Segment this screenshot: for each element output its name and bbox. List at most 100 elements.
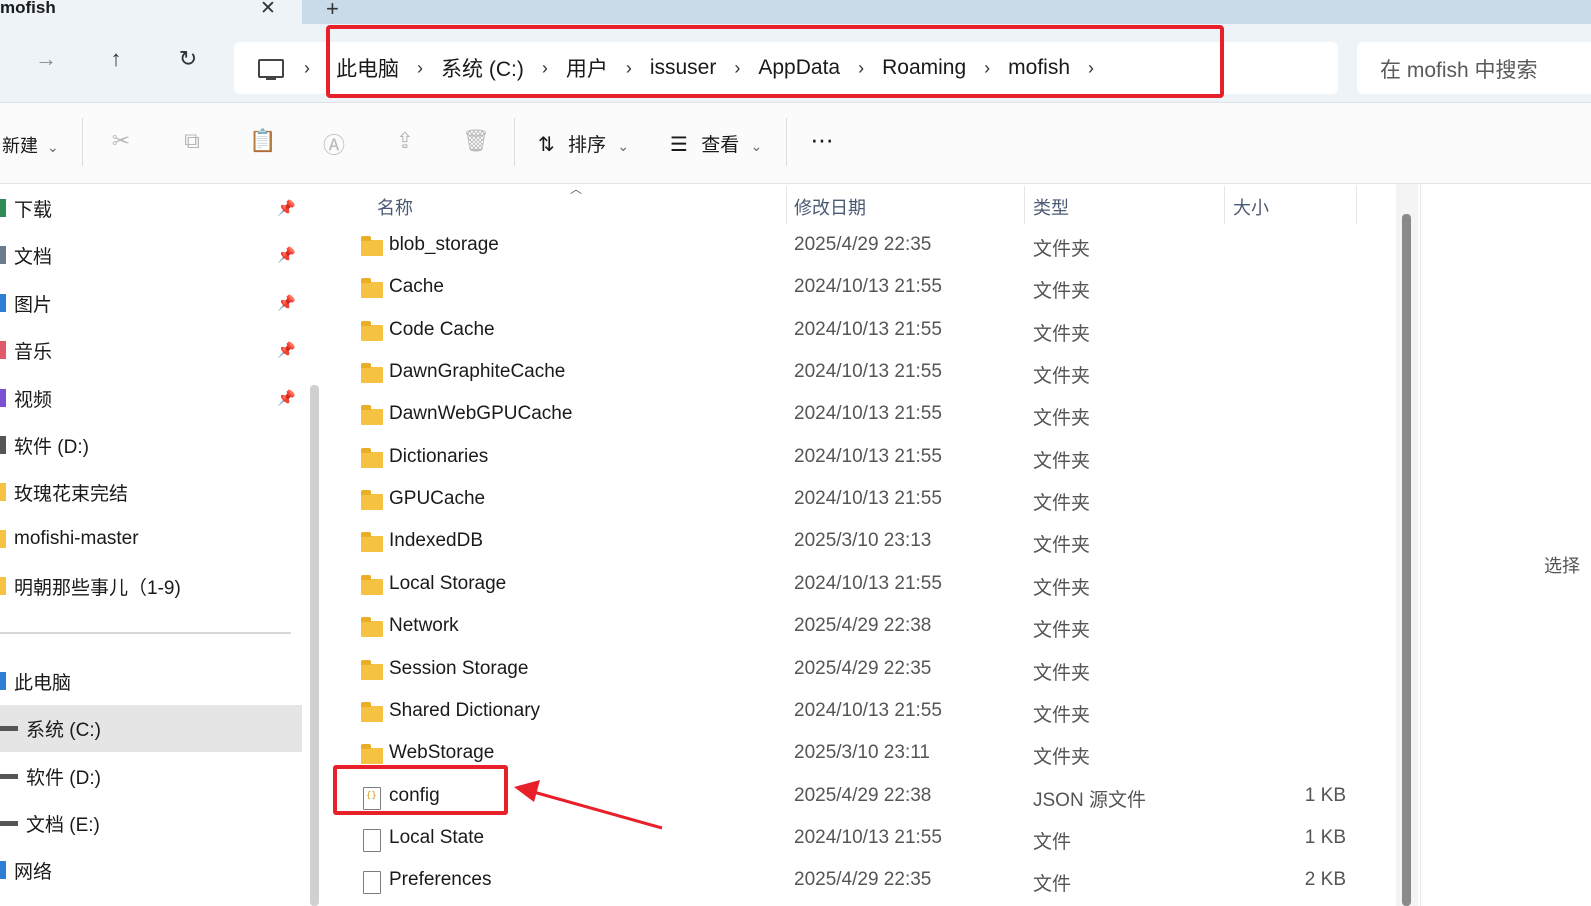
sidebar-item-label: 此电脑 — [14, 672, 72, 694]
pin-icon[interactable]: 📌 — [277, 199, 296, 217]
sidebar-item[interactable]: 网络 — [0, 848, 302, 892]
sidebar-item[interactable]: 系统 (C:) — [0, 706, 302, 750]
sort-button[interactable]: ⇅ 排序 ⌄ — [538, 130, 629, 157]
file-type: 文件夹 — [1033, 450, 1091, 472]
file-date: 2024/10/13 21:55 — [794, 361, 942, 383]
file-date: 2025/4/29 22:38 — [794, 784, 932, 806]
sidebar-item[interactable]: mofishi-master — [0, 517, 302, 561]
file-row[interactable]: Code Cache 2024/10/13 21:55 文件夹 — [330, 310, 1390, 352]
file-row[interactable]: Cache 2024/10/13 21:55 文件夹 — [330, 267, 1390, 309]
file-date: 2024/10/13 21:55 — [794, 699, 942, 721]
new-button[interactable]: 新建 ⌄ — [2, 132, 59, 158]
file-date: 2025/3/10 23:11 — [794, 742, 930, 764]
pin-icon[interactable]: 📌 — [277, 341, 296, 359]
sidebar-item[interactable]: 文档 (E:) — [0, 801, 302, 845]
folder-icon — [361, 236, 383, 256]
sort-button-label: 排序 — [568, 135, 607, 156]
up-button[interactable]: ↑ — [96, 46, 136, 72]
sidebar-item[interactable]: 下载 📌 — [0, 186, 302, 230]
column-divider[interactable] — [1356, 186, 1357, 224]
sidebar-item[interactable]: 文档 📌 — [0, 233, 302, 277]
file-type: 文件夹 — [1033, 323, 1091, 345]
sort-ascending-icon: ︿ — [570, 182, 583, 196]
file-icon — [363, 871, 381, 895]
sidebar-scrollbar[interactable] — [310, 385, 319, 906]
file-row[interactable]: Shared Dictionary 2024/10/13 21:55 文件夹 — [330, 691, 1390, 733]
copy-icon[interactable]: ⧉ — [178, 128, 206, 156]
share-icon[interactable]: ⇪ — [391, 128, 419, 156]
file-name: Cache — [389, 276, 444, 298]
sidebar-item[interactable]: 图片 📌 — [0, 281, 302, 325]
file-row[interactable]: blob_storage 2025/4/29 22:35 文件夹 — [330, 225, 1390, 267]
file-row[interactable]: DawnWebGPUCache 2024/10/13 21:55 文件夹 — [330, 394, 1390, 436]
address-highlight-box — [326, 25, 1224, 98]
column-header-name[interactable]: 名称 — [377, 194, 413, 220]
sidebar-item-label: 玫瑰花束完结 — [14, 483, 129, 505]
close-tab-icon[interactable]: ✕ — [260, 0, 276, 20]
sidebar-item-label: 明朝那些事儿（1-9) — [14, 577, 181, 599]
pin-icon[interactable]: 📌 — [277, 389, 296, 407]
sidebar-item[interactable]: 音乐 📌 — [0, 328, 302, 372]
file-row[interactable]: Network 2025/4/29 22:38 文件夹 — [330, 606, 1390, 648]
file-row[interactable]: GPUCache 2024/10/13 21:55 文件夹 — [330, 479, 1390, 521]
file-row[interactable]: Local State 2024/10/13 21:55 文件 1 KB — [330, 818, 1390, 860]
chevron-down-icon: ⌄ — [47, 139, 59, 155]
column-divider[interactable] — [1224, 186, 1225, 224]
pin-icon[interactable]: 📌 — [277, 246, 296, 264]
pin-icon[interactable]: 📌 — [277, 294, 296, 312]
sidebar-item-icon — [0, 672, 6, 690]
sidebar-item[interactable]: 明朝那些事儿（1-9) — [0, 564, 302, 608]
sidebar-item-label: 视频 — [14, 389, 53, 411]
sort-icon: ⇅ — [538, 134, 555, 156]
more-options-button[interactable]: ··· — [810, 124, 834, 155]
rename-icon[interactable]: Ⓐ — [320, 128, 348, 158]
file-type: 文件夹 — [1033, 366, 1091, 388]
sidebar-item[interactable]: 玫瑰花束完结 — [0, 470, 302, 514]
file-row[interactable]: Dictionaries 2024/10/13 21:55 文件夹 — [330, 437, 1390, 479]
sidebar-item[interactable]: 视频 📌 — [0, 376, 302, 420]
details-pane — [1420, 184, 1591, 906]
file-name: Preferences — [389, 869, 492, 891]
sidebar-item[interactable]: 此电脑 — [0, 659, 302, 703]
sidebar-item-label: 图片 — [14, 294, 53, 316]
delete-icon[interactable]: 🗑 — [462, 128, 490, 156]
file-row[interactable]: Local Storage 2024/10/13 21:55 文件夹 — [330, 564, 1390, 606]
file-row[interactable]: Preferences 2025/4/29 22:35 文件 2 KB — [330, 860, 1390, 902]
file-scrollbar-thumb[interactable] — [1402, 214, 1411, 906]
file-row[interactable]: DawnGraphiteCache 2024/10/13 21:55 文件夹 — [330, 352, 1390, 394]
refresh-button[interactable]: ↻ — [168, 46, 208, 72]
search-input[interactable]: 在 mofish 中搜索 — [1380, 54, 1538, 84]
file-row[interactable]: Session Storage 2025/4/29 22:35 文件夹 — [330, 649, 1390, 691]
file-name: Network — [389, 615, 459, 637]
paste-icon[interactable]: 📋 — [249, 128, 277, 156]
sidebar-item-icon — [0, 436, 6, 454]
folder-icon — [361, 363, 383, 384]
forward-button[interactable]: → — [26, 46, 66, 72]
file-type: 文件夹 — [1033, 747, 1091, 769]
column-header-date[interactable]: 修改日期 — [794, 194, 866, 220]
sidebar-item-label: mofishi-master — [14, 528, 139, 549]
file-name: Local State — [389, 826, 485, 848]
sidebar-item[interactable]: 软件 (D:) — [0, 754, 302, 798]
sidebar-item-label: 文档 — [14, 246, 53, 268]
column-divider[interactable] — [1024, 186, 1025, 224]
file-name: blob_storage — [389, 234, 499, 255]
cut-icon[interactable]: ✂ — [107, 128, 135, 156]
file-type: 文件夹 — [1033, 577, 1091, 599]
column-header-type[interactable]: 类型 — [1033, 194, 1069, 220]
view-button[interactable]: ☰ 查看 ⌄ — [670, 130, 762, 157]
file-type: JSON 源文件 — [1033, 789, 1146, 811]
sidebar-item-icon — [0, 725, 18, 731]
tab-title[interactable]: mofish — [0, 0, 56, 18]
file-row[interactable]: IndexedDB 2025/3/10 23:13 文件夹 — [330, 521, 1390, 563]
new-tab-button[interactable]: + — [326, 0, 339, 22]
file-type: 文件夹 — [1033, 535, 1091, 557]
computer-icon[interactable] — [258, 58, 284, 80]
sidebar-item[interactable]: 软件 (D:) — [0, 423, 302, 467]
file-type: 文件夹 — [1033, 704, 1091, 726]
file-type: 文件 — [1033, 831, 1072, 853]
column-divider[interactable] — [786, 186, 787, 224]
chevron-right-icon[interactable]: › — [304, 58, 310, 79]
folder-icon — [361, 659, 383, 680]
column-header-size[interactable]: 大小 — [1233, 194, 1269, 220]
